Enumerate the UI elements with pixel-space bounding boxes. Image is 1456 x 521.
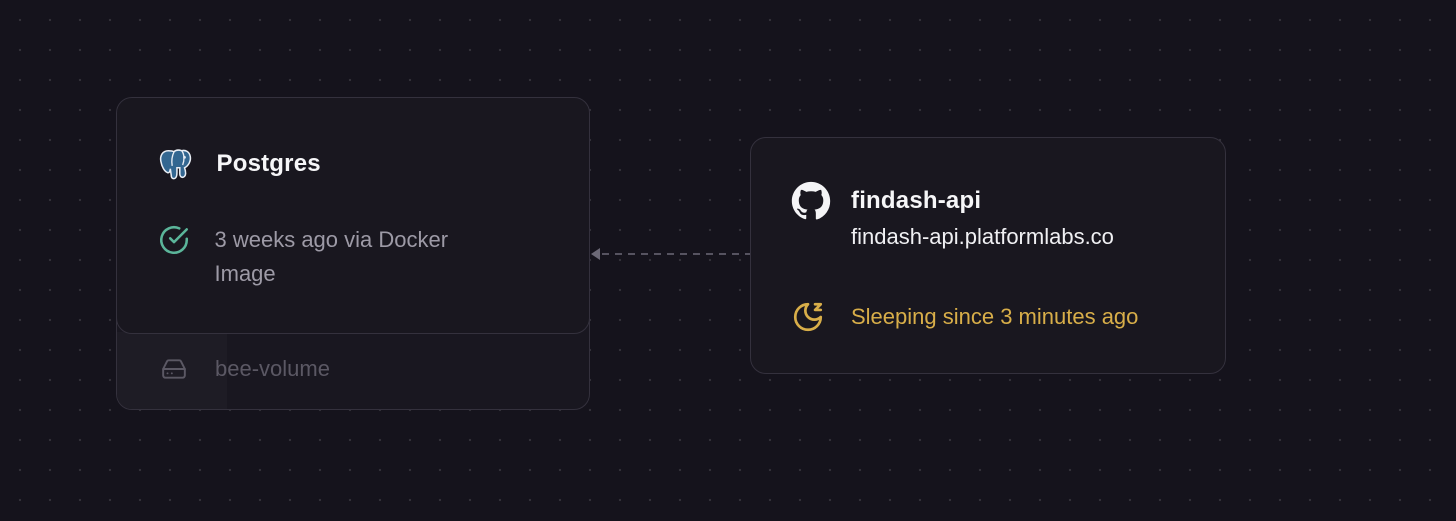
postgres-service-card[interactable]: Postgres 3 weeks ago via Docker Image: [117, 98, 589, 334]
postgres-deploy-status: 3 weeks ago via Docker Image: [215, 223, 449, 291]
hard-drive-icon: [161, 356, 187, 382]
volume-name: bee-volume: [215, 356, 330, 381]
moon-sleep-icon: [791, 300, 825, 334]
connection-arrow-icon: [591, 248, 600, 260]
postgres-elephant-icon: [157, 145, 195, 183]
postgres-title: Postgres: [216, 149, 321, 177]
connection-line: [591, 248, 752, 260]
api-title: findash-api: [851, 187, 982, 214]
postgres-title-row: Postgres: [157, 145, 321, 183]
postgres-status-row: 3 weeks ago via Docker Image: [157, 223, 449, 291]
check-circle-icon: [157, 223, 191, 257]
postgres-status-line2: Image: [214, 260, 276, 286]
api-title-row: findash-api: [791, 181, 981, 221]
volume-row[interactable]: bee-volume: [161, 356, 330, 382]
findash-api-service-card[interactable]: findash-api findash-api.platformlabs.co …: [750, 137, 1226, 374]
project-canvas[interactable]: bee-volume Postgres 3 weeks ago via Dock…: [0, 0, 1456, 521]
api-sleep-status: Sleeping since 3 minutes ago: [851, 304, 1139, 329]
github-icon: [791, 181, 831, 221]
postgres-service-group[interactable]: bee-volume Postgres 3 weeks ago via Dock…: [116, 97, 590, 410]
postgres-status-line1: 3 weeks ago via Docker: [214, 226, 449, 252]
api-status-row: Sleeping since 3 minutes ago: [791, 300, 1138, 334]
api-domain-link[interactable]: findash-api.platformlabs.co: [851, 224, 1114, 250]
